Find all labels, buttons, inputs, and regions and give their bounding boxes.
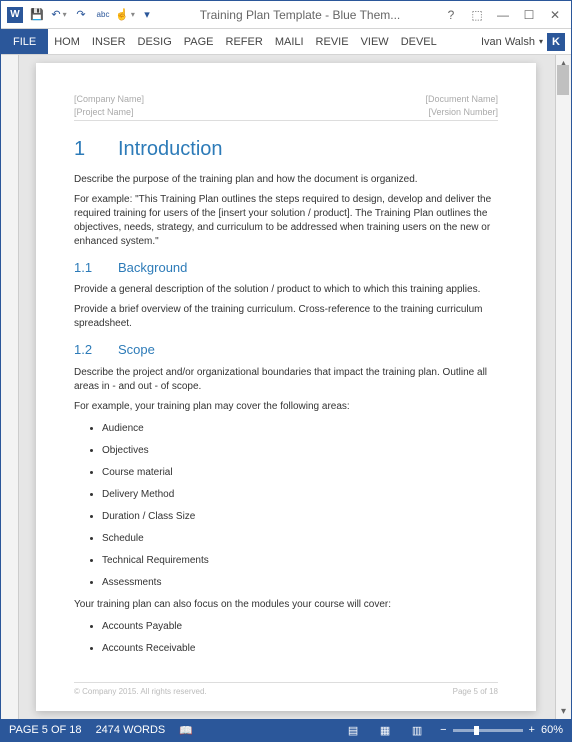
tab-developer[interactable]: DEVEL (395, 29, 443, 54)
list-item: Delivery Method (102, 488, 498, 502)
heading-2-number: 1.1 (74, 259, 118, 277)
spellcheck-icon[interactable]: abc (95, 7, 111, 23)
document-page[interactable]: [Company Name] [Document Name] [Project … (36, 63, 536, 711)
paragraph: Describe the purpose of the training pla… (74, 173, 498, 187)
scroll-down-icon[interactable]: ▾ (556, 703, 571, 719)
zoom-knob[interactable] (474, 726, 479, 735)
heading-1-number: 1 (74, 135, 118, 163)
page-footer: © Company 2015. All rights reserved. Pag… (74, 682, 498, 697)
heading-1: 1Introduction (74, 135, 498, 163)
bullet-list: Accounts Payable Accounts Receivable (102, 620, 498, 656)
paragraph: Describe the project and/or organization… (74, 366, 498, 394)
zoom-out-button[interactable]: − (440, 724, 446, 736)
status-word-count[interactable]: 2474 WORDS (96, 724, 166, 736)
header-separator (74, 120, 498, 121)
status-page[interactable]: PAGE 5 OF 18 (9, 724, 82, 736)
quick-access-toolbar: W 💾 ↶ ↷ abc ☝ ▾ (1, 7, 161, 23)
list-item: Course material (102, 466, 498, 480)
user-account[interactable]: Ivan Walsh▾ K (475, 29, 571, 54)
footer-copyright: © Company 2015. All rights reserved. (74, 686, 207, 697)
user-name: Ivan Walsh (481, 36, 535, 48)
status-bar: PAGE 5 OF 18 2474 WORDS 📖 ▤ ▦ ▥ − + 60% (1, 719, 571, 741)
heading-2: 1.2Scope (74, 341, 498, 359)
zoom-in-button[interactable]: + (529, 724, 535, 736)
window-title: Training Plan Template - Blue Them... (161, 8, 439, 22)
list-item: Audience (102, 422, 498, 436)
read-mode-icon[interactable]: ▤ (344, 723, 362, 737)
heading-1-text: Introduction (118, 138, 223, 160)
vertical-ruler[interactable] (1, 55, 19, 719)
paragraph: Provide a general description of the sol… (74, 283, 498, 297)
tab-references[interactable]: REFER (220, 29, 269, 54)
window-controls: ? ⬚ — ☐ ✕ (439, 5, 571, 25)
header-project: [Project Name] (74, 106, 134, 119)
header-docname: [Document Name] (425, 93, 498, 106)
tab-insert[interactable]: INSER (86, 29, 132, 54)
user-avatar: K (547, 33, 565, 51)
web-layout-icon[interactable]: ▥ (408, 723, 426, 737)
title-bar: W 💾 ↶ ↷ abc ☝ ▾ Training Plan Template -… (1, 1, 571, 29)
print-layout-icon[interactable]: ▦ (376, 723, 394, 737)
heading-2-text: Scope (118, 342, 155, 357)
list-item: Assessments (102, 576, 498, 590)
tab-home[interactable]: HOM (48, 29, 86, 54)
help-icon[interactable]: ? (439, 5, 463, 25)
list-item: Technical Requirements (102, 554, 498, 568)
maximize-icon[interactable]: ☐ (517, 5, 541, 25)
heading-2-number: 1.2 (74, 341, 118, 359)
page-header: [Company Name] [Document Name] (74, 93, 498, 106)
tab-design[interactable]: DESIG (132, 29, 178, 54)
scroll-thumb[interactable] (557, 65, 569, 95)
undo-icon[interactable]: ↶ (51, 7, 67, 23)
list-item: Accounts Receivable (102, 642, 498, 656)
tab-page-layout[interactable]: PAGE (178, 29, 220, 54)
tab-view[interactable]: VIEW (355, 29, 395, 54)
document-area: ▴ ▾ [Company Name] [Document Name] [Proj… (1, 55, 571, 719)
touch-mode-icon[interactable]: ☝ (117, 7, 133, 23)
header-company: [Company Name] (74, 93, 144, 106)
heading-2: 1.1Background (74, 259, 498, 277)
close-icon[interactable]: ✕ (543, 5, 567, 25)
tab-mailings[interactable]: MAILI (269, 29, 310, 54)
ribbon-tabs: FILE HOM INSER DESIG PAGE REFER MAILI RE… (1, 29, 571, 55)
save-icon[interactable]: 💾 (29, 7, 45, 23)
bullet-list: Audience Objectives Course material Deli… (102, 422, 498, 590)
paragraph: For example: "This Training Plan outline… (74, 193, 498, 249)
footer-page: Page 5 of 18 (453, 686, 498, 697)
zoom-level[interactable]: 60% (541, 724, 563, 736)
ribbon-display-icon[interactable]: ⬚ (465, 5, 489, 25)
list-item: Schedule (102, 532, 498, 546)
qat-customize-icon[interactable]: ▾ (139, 7, 155, 23)
minimize-icon[interactable]: — (491, 5, 515, 25)
paragraph: Provide a brief overview of the training… (74, 303, 498, 331)
file-tab[interactable]: FILE (1, 29, 48, 54)
page-header-2: [Project Name] [Version Number] (74, 106, 498, 119)
redo-icon[interactable]: ↷ (73, 7, 89, 23)
paragraph: For example, your training plan may cove… (74, 400, 498, 414)
header-version: [Version Number] (428, 106, 498, 119)
list-item: Accounts Payable (102, 620, 498, 634)
zoom-slider[interactable] (453, 729, 523, 732)
paragraph: Your training plan can also focus on the… (74, 598, 498, 612)
word-icon: W (7, 7, 23, 23)
vertical-scrollbar[interactable]: ▴ ▾ (555, 55, 571, 719)
list-item: Duration / Class Size (102, 510, 498, 524)
heading-2-text: Background (118, 260, 187, 275)
tab-review[interactable]: REVIE (310, 29, 355, 54)
list-item: Objectives (102, 444, 498, 458)
proofing-icon[interactable]: 📖 (179, 724, 193, 737)
zoom-control: − + 60% (440, 724, 563, 736)
